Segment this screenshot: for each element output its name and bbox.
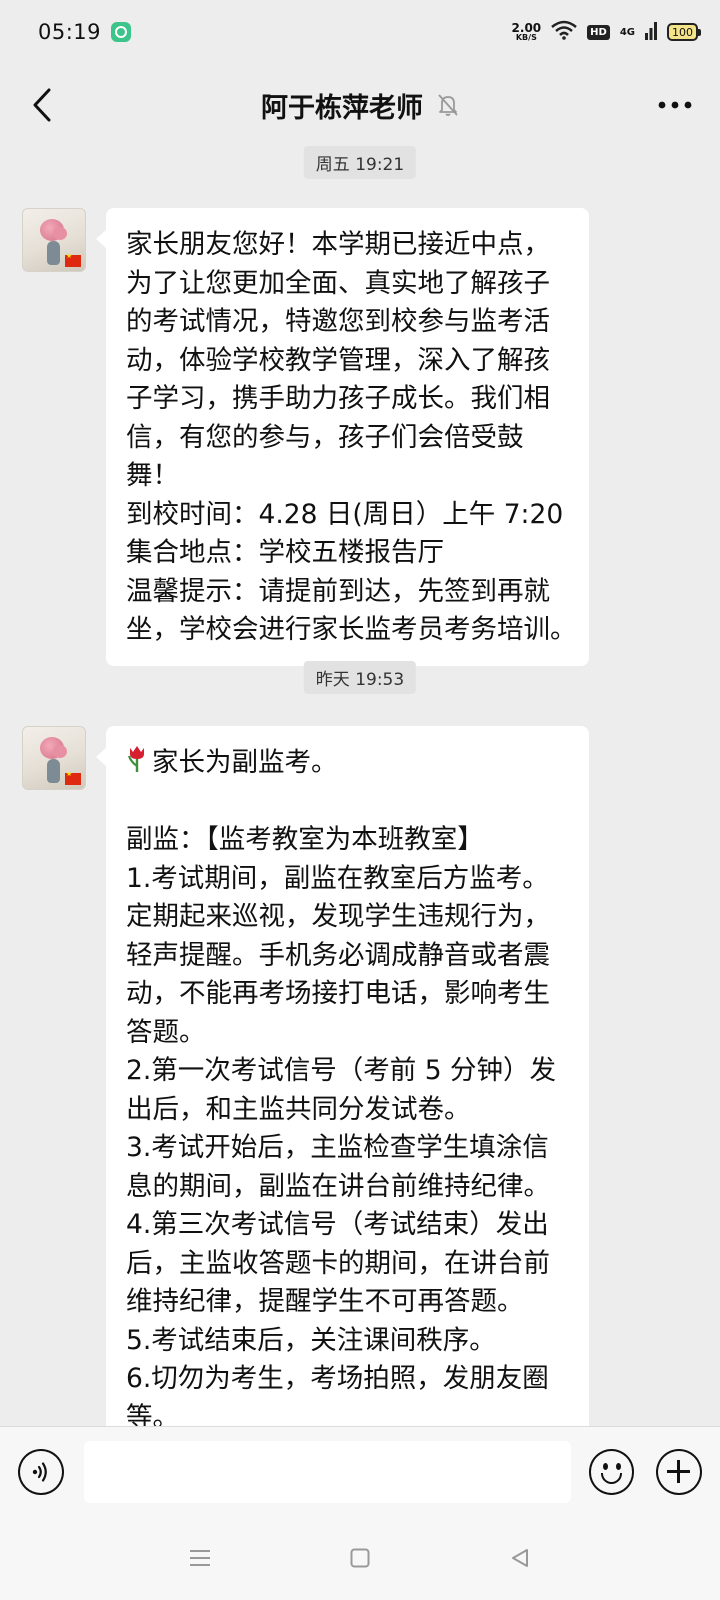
back-chevron-icon	[33, 88, 51, 122]
message-line: 家长为副监考。	[126, 744, 571, 783]
system-navigation-bar	[0, 1516, 720, 1600]
chat-title: 阿于栋萍老师	[261, 92, 423, 124]
message-line: 1.考试期间，副监在教室后方监考。	[126, 862, 549, 894]
emoji-button[interactable]	[588, 1448, 635, 1495]
flag-icon	[65, 770, 81, 785]
message-line: 4.第三次考试信号（考试结束）发出	[126, 1209, 549, 1240]
status-time: 05:19	[38, 20, 102, 44]
message-line: 3.考试开始后，主监检查学生填涂信	[126, 1132, 549, 1163]
message-timestamp: 昨天 19:53	[303, 661, 417, 694]
message-row: 家长为副监考。 副监：【监考教室为本班教室】 1.考试期间，副监在教室后方监考。…	[22, 726, 589, 1426]
message-input-bar	[0, 1426, 720, 1516]
app-notification-icon	[111, 22, 132, 42]
chat-header: 阿于栋萍老师	[0, 64, 720, 146]
message-line: 到校时间：4.28 日(周日）上午 7:20	[126, 498, 564, 530]
message-line: 家长朋友您好！本学期已接近中点，	[126, 229, 550, 260]
message-bubble[interactable]: 家长为副监考。 副监：【监考教室为本班教室】 1.考试期间，副监在教室后方监考。…	[96, 726, 589, 1427]
signal-icon	[645, 20, 657, 45]
message-line: 子学习，携手助力孩子成长。我们相	[126, 383, 550, 414]
flag-icon	[65, 252, 81, 267]
message-line: 维持纪律，提醒学生不可再答题。	[126, 1286, 524, 1317]
message-line: 集合地点：学校五楼报告厅	[126, 537, 444, 568]
network-speed: 2.00 KB/S	[512, 22, 542, 42]
voice-icon	[32, 1461, 47, 1482]
message-input[interactable]	[83, 1440, 571, 1503]
network-type: 4G	[619, 26, 635, 38]
voice-input-button[interactable]	[18, 1448, 64, 1495]
message-line: 为了让您更加全面、真实地了解孩子	[126, 267, 550, 299]
message-line: 答题。	[126, 1016, 206, 1048]
message-timestamp: 周五 19:21	[303, 146, 417, 179]
message-line: 轻声提醒。手机务必调成静音或者震	[126, 939, 550, 971]
message-line: 2.第一次考试信号（考前 5 分钟）发	[126, 1055, 556, 1086]
message-line: 5.考试结束后，关注课间秩序。	[126, 1324, 496, 1356]
back-button[interactable]	[22, 84, 62, 126]
message-line: 的考试情况，特邀您到校参与监考活	[126, 306, 550, 337]
hd-badge: HD	[587, 24, 610, 40]
message-line: 动，体验学校教学管理，深入了解孩	[126, 344, 550, 376]
message-row: 家长朋友您好！本学期已接近中点， 为了让您更加全面、真实地了解孩子 的考试情况，…	[22, 208, 589, 666]
more-functions-button[interactable]	[656, 1448, 702, 1495]
bell-muted-icon	[438, 94, 458, 116]
message-line: 信，有您的参与，孩子们会倍受鼓	[126, 421, 524, 453]
message-line: 舞！	[126, 460, 179, 491]
nav-back-button[interactable]	[498, 1536, 542, 1580]
more-options-button[interactable]	[652, 84, 698, 126]
chat-title-group: 阿于栋萍老师	[261, 86, 459, 125]
message-bubble[interactable]: 家长朋友您好！本学期已接近中点， 为了让您更加全面、真实地了解孩子 的考试情况，…	[96, 208, 589, 666]
chat-messages[interactable]: 周五 19:21 家长朋友您好！本学期已接近中点， 为了让您更加全面、真实地了解…	[0, 146, 720, 1426]
status-indicators: 2.00 KB/S HD 4G 100	[512, 20, 701, 45]
message-line: 副监：【监考教室为本班教室】	[126, 824, 484, 855]
battery-indicator: 100	[667, 23, 701, 41]
nav-home-button[interactable]	[338, 1536, 382, 1580]
message-line: 6.切勿为考生，考场拍照，发朋友圈	[126, 1363, 549, 1394]
more-dots-icon	[658, 101, 692, 109]
nav-menu-button[interactable]	[178, 1536, 222, 1580]
wifi-icon	[551, 20, 577, 45]
menu-icon	[190, 1550, 210, 1566]
back-triangle-icon	[512, 1549, 528, 1567]
sender-avatar[interactable]	[22, 208, 86, 272]
message-first-line: 家长为副监考。	[152, 747, 338, 778]
message-line: 等。	[126, 1401, 179, 1427]
network-speed-unit: KB/S	[515, 33, 537, 42]
message-line: 息的期间，副监在讲台前维持纪律。	[126, 1170, 550, 1202]
message-line: 后，主监收答题卡的期间，在讲台前	[126, 1247, 550, 1279]
status-bar: 05:19 2.00 KB/S HD 4G 100	[0, 0, 720, 64]
sender-avatar[interactable]	[22, 726, 86, 790]
message-line: 温馨提示：请提前到达，先签到再就	[126, 575, 550, 607]
message-line: 动，不能再考场接打电话，影响考生	[126, 978, 550, 1009]
message-line: 坐，学校会进行家长监考员考务培训。	[126, 614, 571, 645]
message-line: 出后，和主监共同分发试卷。	[126, 1093, 471, 1125]
tulip-emoji-icon	[127, 746, 144, 772]
message-line: 定期起来巡视，发现学生违规行为，	[126, 901, 550, 932]
home-square-icon	[350, 1548, 370, 1568]
